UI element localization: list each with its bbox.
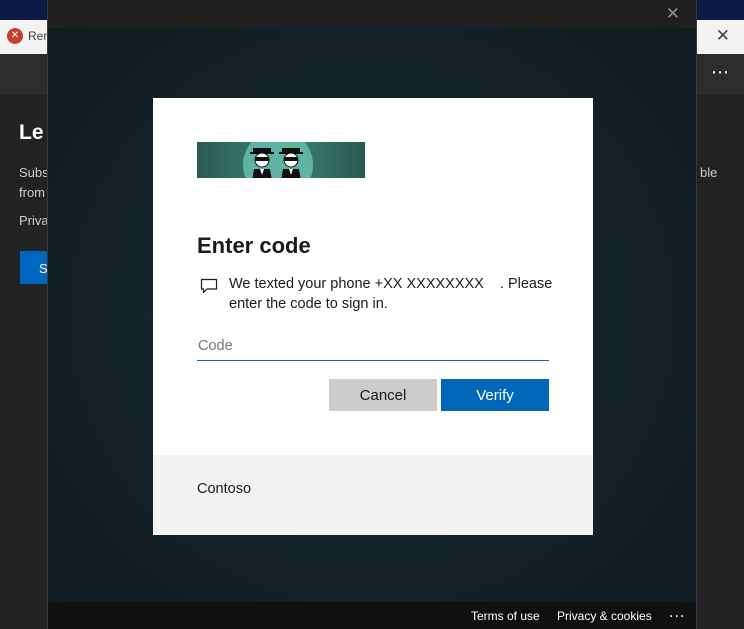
app-icon: ✕ [7, 28, 23, 44]
message-text-end: . Please [499, 276, 553, 292]
more-options-icon[interactable]: ⋯ [711, 62, 730, 83]
phone-number: +XX XXXXXXXX [374, 276, 484, 292]
background-text-line: from [19, 185, 45, 200]
background-text-right: ble [700, 165, 718, 180]
background-text-line: Priva [19, 213, 49, 228]
close-icon[interactable]: ✕ [666, 4, 680, 24]
cancel-button[interactable]: Cancel [329, 379, 437, 411]
background-text-line: Subs [19, 165, 49, 180]
banner-logo [197, 142, 365, 178]
sign-in-window-titlebar: ✕ [48, 0, 696, 28]
privacy-cookies-link[interactable]: Privacy & cookies [557, 609, 652, 623]
sign-in-footer: Terms of use Privacy & cookies ... [48, 602, 696, 629]
verify-button[interactable]: Verify [441, 379, 549, 411]
dialog-footer: Contoso [153, 455, 593, 535]
terms-of-use-link[interactable]: Terms of use [471, 609, 540, 623]
sign-in-window: ✕ Enter code We texted your phone +XX XX… [47, 0, 697, 629]
background-heading: Le [19, 121, 44, 144]
message-text: We texted your phone [229, 276, 371, 292]
code-input[interactable] [197, 331, 549, 361]
message-text-line1: We texted your phone +XX XXXXXXXX . Plea… [229, 276, 552, 292]
organization-name: Contoso [197, 481, 252, 497]
background-close-icon[interactable]: ✕ [716, 26, 730, 46]
banner-figure-left [250, 148, 274, 178]
message-text-line2: enter the code to sign in. [229, 296, 388, 312]
banner-figure-right [279, 148, 303, 178]
message-icon [200, 278, 218, 294]
dialog-title: Enter code [197, 233, 311, 258]
footer-more-icon[interactable]: ... [669, 605, 685, 621]
sign-in-dialog: Enter code We texted your phone +XX XXXX… [153, 98, 593, 535]
